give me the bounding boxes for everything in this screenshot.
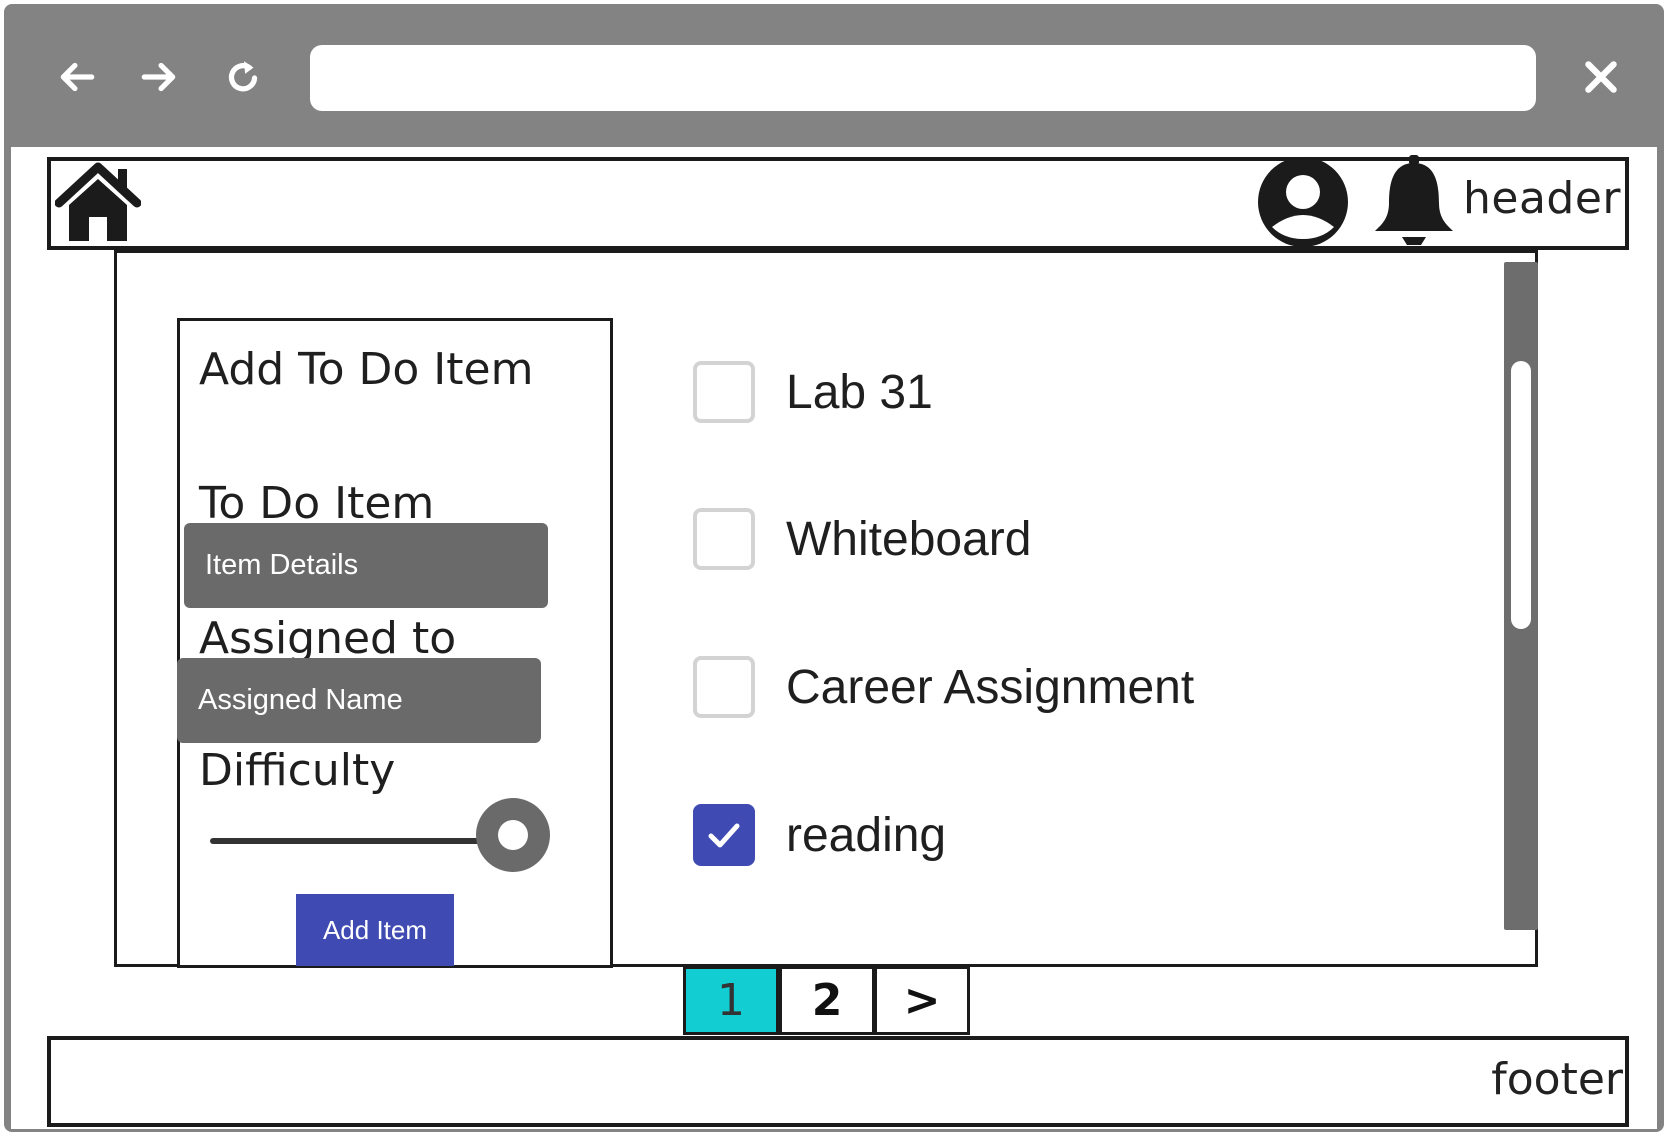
difficulty-slider-thumb[interactable] [476,798,550,872]
user-avatar-button[interactable] [1256,155,1350,249]
checkmark-icon [708,823,740,848]
difficulty-slider-track[interactable] [210,838,485,844]
add-item-button[interactable]: Add Item [296,894,454,966]
todo-item-input[interactable]: Item Details [184,523,548,608]
scrollbar-thumb[interactable] [1511,361,1531,629]
todo-checkbox[interactable] [693,361,755,423]
assigned-to-label: Assigned to [199,613,457,664]
todo-checkbox-checked[interactable] [693,804,755,866]
user-avatar-icon [1258,157,1348,247]
header-label: header [1462,173,1621,224]
header-bar: header [47,155,1629,251]
page-button-current[interactable]: 1 [683,966,779,1035]
todo-label: Lab 31 [786,365,933,419]
todo-checkbox[interactable] [693,508,755,570]
home-button[interactable] [54,161,142,245]
todo-label: Whiteboard [786,512,1032,566]
form-title: Add To Do Item [199,344,534,395]
reload-button[interactable] [218,52,268,102]
difficulty-label: Difficulty [199,745,396,796]
home-icon [54,162,142,241]
assigned-name-input[interactable]: Assigned Name [177,658,541,743]
todo-row[interactable]: reading [693,803,946,867]
todo-label: Career Assignment [786,660,1195,714]
forward-button[interactable] [134,52,184,102]
todo-row[interactable]: Career Assignment [693,655,1194,719]
todo-checkbox[interactable] [693,656,755,718]
bell-icon [1375,155,1453,245]
arrow-left-icon [60,62,95,92]
close-button[interactable] [1576,52,1626,102]
address-bar[interactable] [310,45,1536,111]
footer-bar: footer [47,1036,1629,1127]
todo-label: reading [786,808,947,862]
notifications-button[interactable] [1371,155,1457,251]
todo-item-label: To Do Item [199,478,435,529]
close-icon [1585,61,1617,93]
todo-row[interactable]: Whiteboard [693,507,1031,571]
reload-icon [228,61,258,92]
footer-label: footer [1491,1054,1623,1105]
arrow-right-icon [141,62,176,92]
back-button[interactable] [52,52,102,102]
slider-thumb-dot [498,820,528,850]
todo-row[interactable]: Lab 31 [693,360,933,424]
page-button[interactable]: 2 [779,966,875,1035]
next-page-button[interactable]: > [874,966,970,1035]
